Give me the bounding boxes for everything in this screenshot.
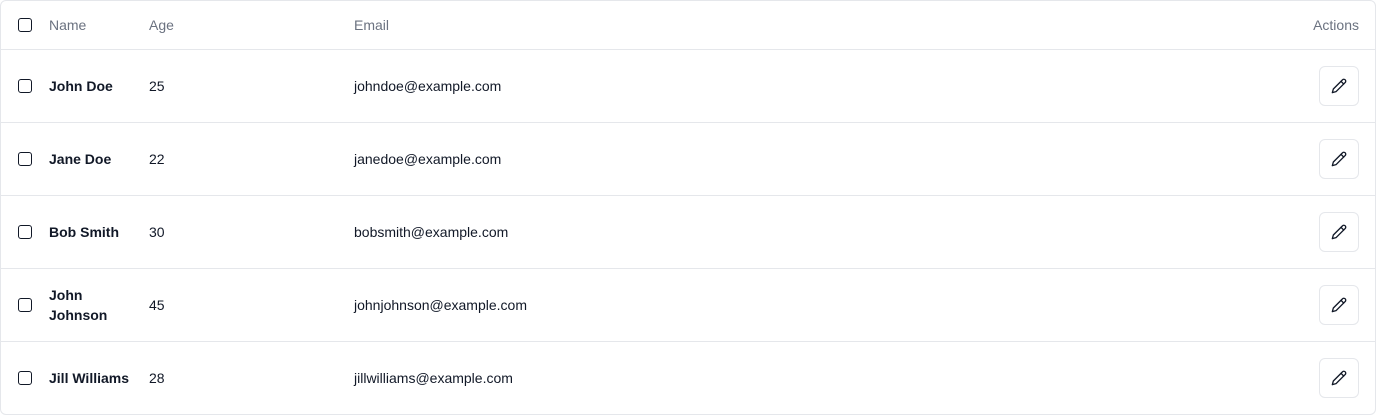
row-email: janedoe@example.com [354, 150, 502, 167]
edit-button[interactable] [1319, 357, 1359, 398]
row-name: Jill Williams [49, 369, 130, 386]
row-checkbox[interactable] [18, 224, 32, 239]
row-email: johndoe@example.com [354, 77, 502, 94]
table-row: Jane Doe 22 janedoe@example.com [1, 122, 1375, 195]
row-email: jillwilliams@example.com [354, 369, 513, 386]
row-age: 25 [149, 77, 165, 94]
select-all-cell [1, 1, 49, 50]
row-age: 22 [149, 150, 165, 167]
header-actions: Actions [1255, 1, 1375, 50]
row-checkbox[interactable] [18, 370, 32, 385]
select-all-checkbox[interactable] [18, 17, 32, 32]
table-row: John Doe 25 johndoe@example.com [1, 49, 1375, 122]
row-age: 30 [149, 223, 165, 240]
row-name: Bob Smith [49, 223, 119, 240]
edit-button[interactable] [1319, 138, 1359, 179]
pencil-icon [1331, 297, 1347, 312]
table-row: Bob Smith 30 bobsmith@example.com [1, 195, 1375, 268]
pencil-icon [1331, 151, 1347, 166]
table-row: John Johnson 45 johnjohnson@example.com [1, 268, 1375, 341]
header-email: Email [354, 1, 1255, 50]
header-name: Name [49, 1, 149, 50]
edit-button[interactable] [1319, 284, 1359, 325]
pencil-icon [1331, 224, 1347, 239]
edit-button[interactable] [1319, 65, 1359, 106]
pencil-icon [1331, 78, 1347, 93]
row-name: John Johnson [49, 286, 108, 323]
row-age: 28 [149, 369, 165, 386]
table-header-row: Name Age Email Actions [1, 1, 1375, 50]
row-email: bobsmith@example.com [354, 223, 509, 240]
edit-button[interactable] [1319, 211, 1359, 252]
users-table-container: Name Age Email Actions John Doe 25 johnd… [0, 0, 1376, 415]
header-age: Age [149, 1, 354, 50]
row-checkbox[interactable] [18, 151, 32, 166]
row-name: John Doe [49, 77, 113, 94]
row-checkbox[interactable] [18, 297, 32, 312]
row-checkbox[interactable] [18, 78, 32, 93]
users-table: Name Age Email Actions John Doe 25 johnd… [1, 1, 1375, 414]
row-name: Jane Doe [49, 150, 112, 167]
row-age: 45 [149, 296, 165, 313]
pencil-icon [1331, 370, 1347, 386]
table-row: Jill Williams 28 jillwilliams@example.co… [1, 341, 1375, 414]
row-email: johnjohnson@example.com [354, 296, 527, 313]
